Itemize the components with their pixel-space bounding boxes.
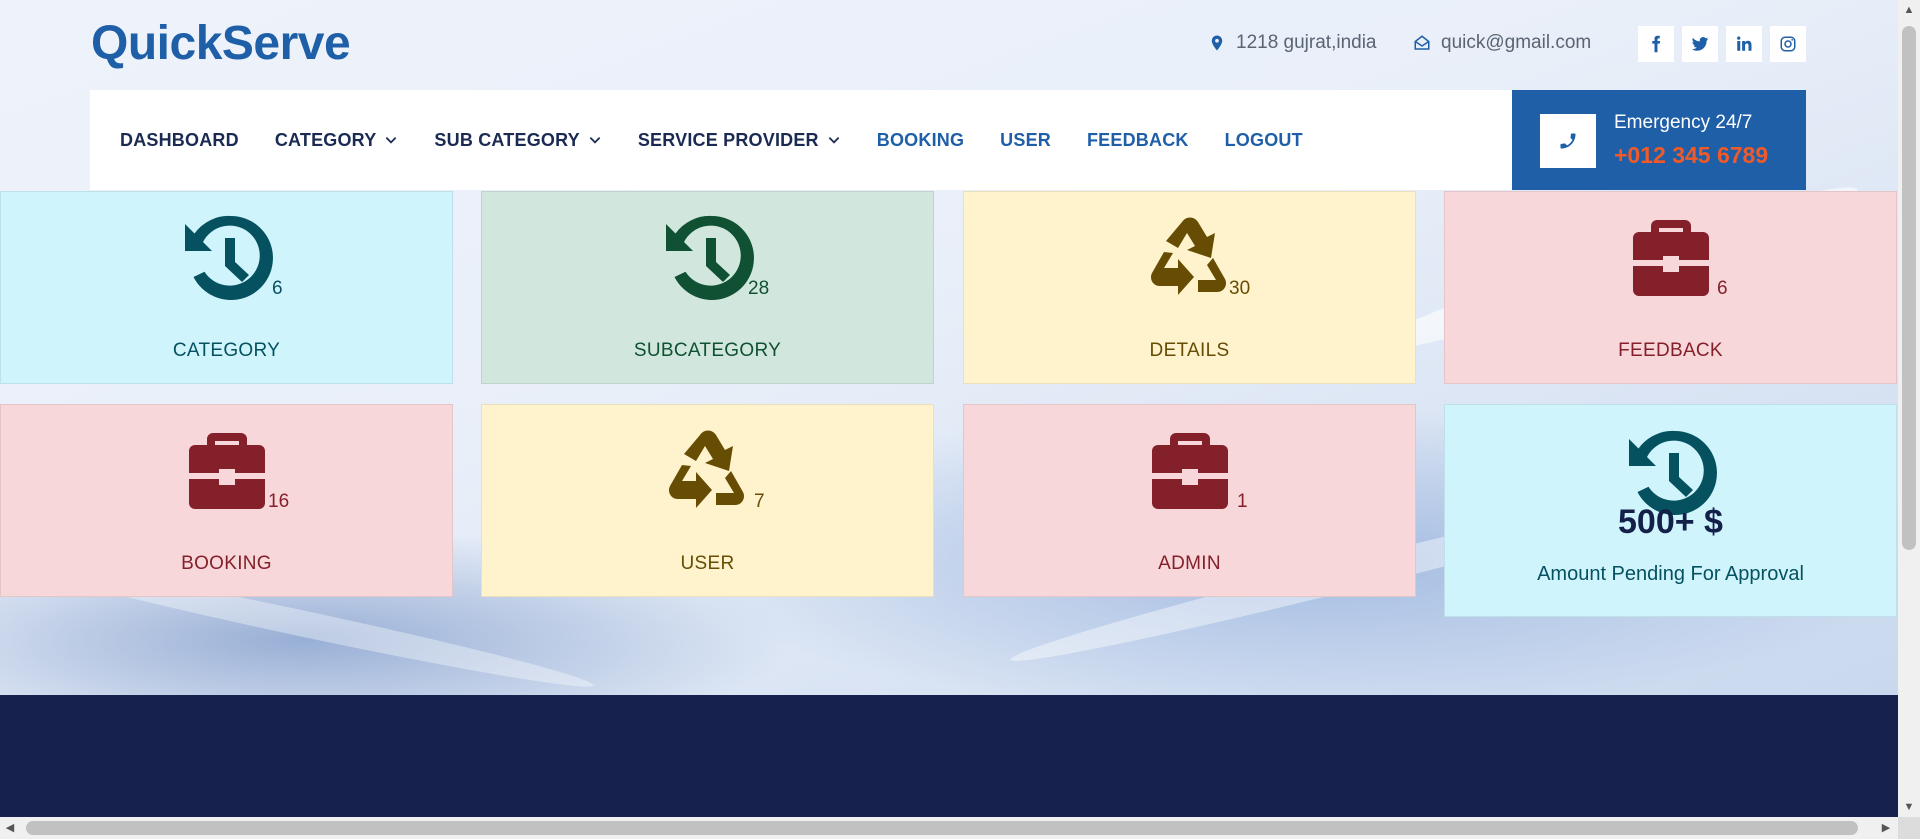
stat-label: FEEDBACK: [1618, 340, 1723, 361]
address-info: 1218 gujrat,india: [1208, 32, 1377, 54]
stat-card-admin[interactable]: 1 ADMIN: [963, 404, 1416, 597]
nav-item-booking[interactable]: BOOKING: [877, 130, 964, 151]
nav-item-label: BOOKING: [876, 129, 965, 150]
nav-item-label: CATEGORY: [274, 129, 377, 150]
nav-item-sub-category[interactable]: SUB CATEGORY: [434, 130, 601, 151]
envelope-open-icon: [1414, 35, 1430, 50]
stat-count: 16: [268, 491, 290, 512]
stat-label: ADMIN: [1158, 553, 1221, 574]
pending-label: Amount Pending For Approval: [1537, 563, 1804, 585]
stat-count: 6: [272, 278, 283, 299]
twitter-icon[interactable]: [1682, 26, 1718, 62]
stat-label: SUBCATEGORY: [633, 340, 782, 361]
nav-item-user[interactable]: USER: [1000, 130, 1051, 151]
recycle-icon: [1140, 208, 1240, 308]
pending-amount: 500+ $: [1618, 503, 1723, 541]
briefcase-icon: [1140, 421, 1240, 521]
brand-logo[interactable]: QuickServe: [91, 16, 351, 71]
stat-label: CATEGORY: [172, 340, 281, 361]
address-text: 1218 gujrat,india: [1236, 32, 1377, 53]
footer: [0, 695, 1898, 817]
recycle-icon: [658, 421, 758, 521]
nav-item-label: SERVICE PROVIDER: [637, 129, 819, 150]
briefcase-icon: [1621, 208, 1721, 308]
scroll-left-arrow[interactable]: ◀: [0, 817, 20, 839]
nav-item-label: FEEDBACK: [1086, 129, 1189, 150]
page-viewport: QuickServe 1218 gujrat,india quick@gmail…: [0, 0, 1898, 817]
stat-card-booking[interactable]: 16 BOOKING: [0, 404, 453, 597]
vertical-scroll-thumb[interactable]: [1902, 26, 1916, 550]
emergency-contact[interactable]: Emergency 24/7 +012 345 6789: [1512, 90, 1806, 190]
stat-label: USER: [680, 553, 735, 574]
nav-item-label: USER: [1000, 129, 1051, 150]
scroll-right-arrow[interactable]: ▶: [1876, 817, 1896, 839]
horizontal-scroll-thumb[interactable]: [26, 821, 1858, 835]
history-icon: [177, 208, 277, 308]
email-text: quick@gmail.com: [1441, 32, 1592, 53]
chevron-down-icon: [828, 137, 840, 144]
nav-item-label: SUB CATEGORY: [434, 129, 580, 150]
briefcase-icon: [177, 421, 277, 521]
map-marker-icon: [1211, 35, 1223, 51]
nav-item-label: LOGOUT: [1224, 129, 1303, 150]
stat-card-user[interactable]: 7 USER: [481, 404, 934, 597]
vertical-scrollbar[interactable]: ▲ ▼: [1898, 0, 1920, 817]
nav-item-dashboard[interactable]: DASHBOARD: [120, 130, 239, 151]
social-links: [1638, 26, 1806, 62]
stat-count: 30: [1229, 278, 1251, 299]
stat-count: 6: [1717, 278, 1728, 299]
chevron-down-icon: [589, 137, 601, 144]
stat-card-subcategory[interactable]: 28 SUBCATEGORY: [481, 191, 934, 384]
instagram-icon[interactable]: [1770, 26, 1806, 62]
nav-item-service-provider[interactable]: SERVICE PROVIDER: [638, 130, 841, 151]
scrollbar-corner: [1898, 817, 1920, 839]
email-info: quick@gmail.com: [1413, 32, 1591, 54]
linkedin-icon[interactable]: [1726, 26, 1762, 62]
nav-item-logout[interactable]: LOGOUT: [1225, 130, 1303, 151]
history-icon: [658, 208, 758, 308]
nav-item-feedback[interactable]: FEEDBACK: [1087, 130, 1189, 151]
chevron-down-icon: [386, 137, 397, 144]
emergency-title: Emergency 24/7: [1614, 112, 1753, 133]
emergency-phone[interactable]: +012 345 6789: [1614, 142, 1768, 169]
pending-amount-card[interactable]: 500+ $ Amount Pending For Approval: [1444, 404, 1897, 617]
stat-count: 1: [1237, 491, 1248, 512]
nav-links: DASHBOARD CATEGORY SUB CATEGORY SERVICE PRO…: [120, 90, 1303, 190]
stat-card-category[interactable]: 6 CATEGORY: [0, 191, 453, 384]
stat-label: BOOKING: [181, 553, 272, 574]
stat-card-feedback[interactable]: 6 FEEDBACK: [1444, 191, 1897, 384]
horizontal-scrollbar[interactable]: ◀ ▶: [0, 817, 1920, 839]
stat-card-details[interactable]: 30 DETAILS: [963, 191, 1416, 384]
facebook-icon[interactable]: [1638, 26, 1674, 62]
phone-icon: [1540, 114, 1596, 168]
nav-item-label: DASHBOARD: [120, 129, 239, 150]
stat-count: 28: [748, 278, 770, 299]
nav-item-category[interactable]: CATEGORY: [275, 130, 399, 151]
scroll-up-arrow[interactable]: ▲: [1898, 0, 1920, 20]
scroll-down-arrow[interactable]: ▼: [1898, 797, 1920, 817]
stat-label: DETAILS: [1149, 340, 1230, 361]
stat-count: 7: [754, 491, 765, 512]
